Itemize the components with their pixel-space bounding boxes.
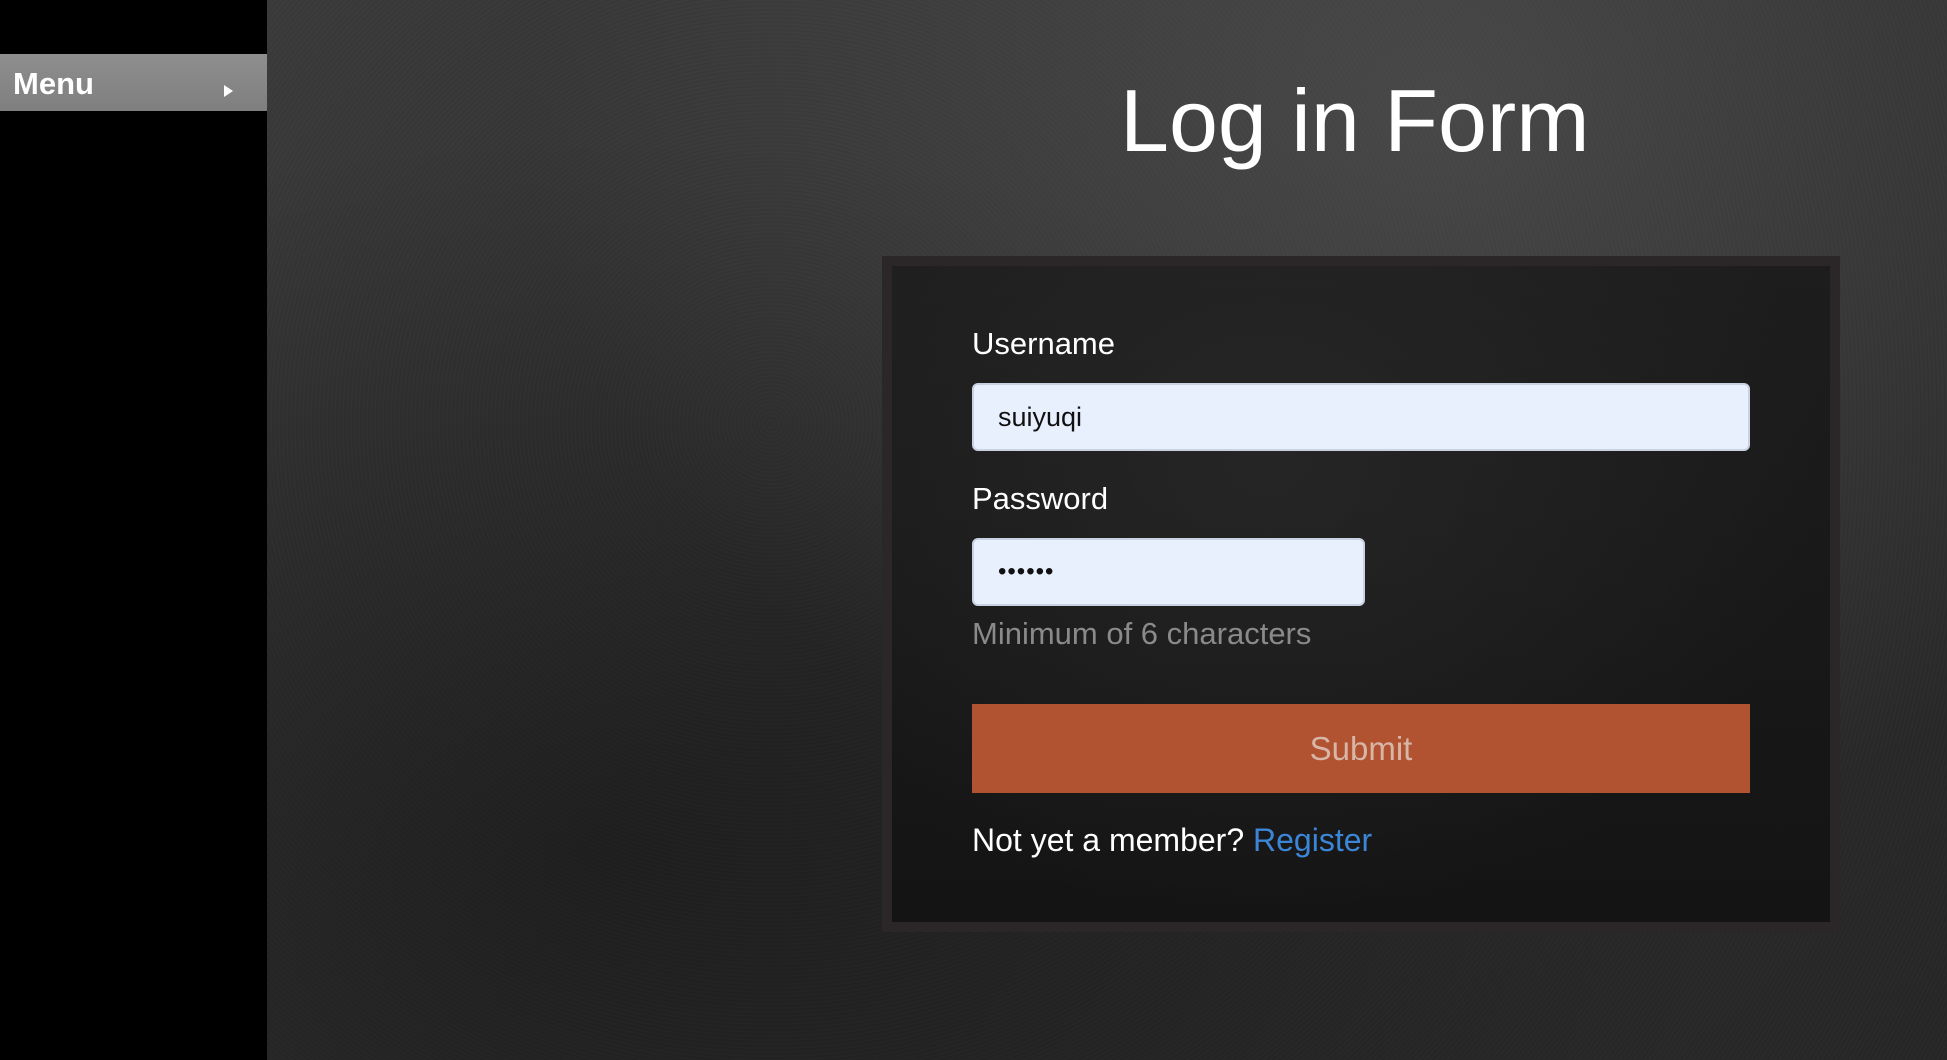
password-hint: Minimum of 6 characters [972,616,1312,651]
password-label: Password [972,481,1109,516]
username-input[interactable]: suiyuqi [972,383,1750,451]
username-value: suiyuqi [998,401,1083,432]
password-input[interactable]: •••••• [972,538,1365,606]
menu-button[interactable]: Menu [0,54,267,111]
menu-label: Menu [13,66,94,101]
member-prompt-text: Not yet a member? [972,822,1245,858]
page-title: Log in Form [1120,71,1590,170]
chevron-right-icon [224,85,233,97]
submit-button[interactable]: Submit [972,704,1750,793]
sidebar: Menu [0,0,267,1060]
login-page: Menu Log in Form Username suiyuqi Passwo… [0,0,1947,1060]
password-value: •••••• [998,558,1055,585]
register-prompt: Not yet a member? Register [972,822,1372,859]
register-link[interactable]: Register [1253,822,1372,858]
username-label: Username [972,326,1115,361]
